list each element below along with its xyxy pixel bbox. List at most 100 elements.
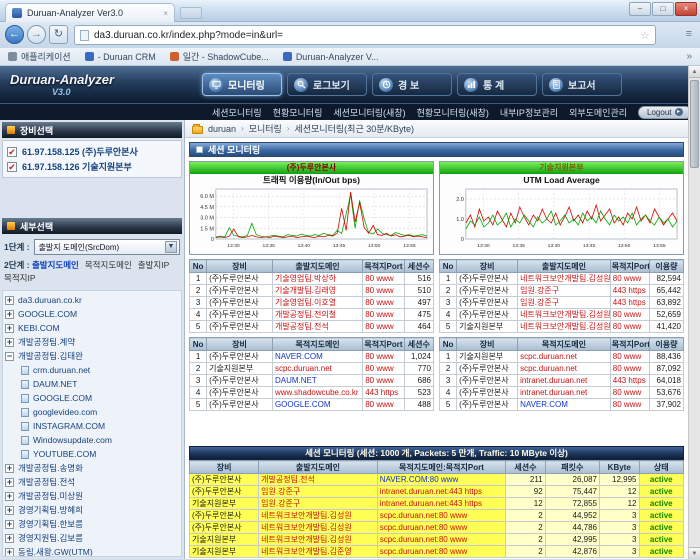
window-minimize-button[interactable]: –	[629, 2, 651, 16]
tree-item[interactable]: INSTAGRAM.COM	[5, 419, 181, 433]
column-header[interactable]: No	[440, 260, 457, 273]
bookmarks-overflow-icon[interactable]: »	[686, 51, 692, 62]
bookmark-item[interactable]: 애플리케이션	[8, 50, 71, 63]
column-header[interactable]: 목적지Port	[363, 338, 404, 351]
new-tab-button[interactable]	[180, 7, 202, 19]
expand-icon[interactable]: +	[5, 478, 14, 487]
device-select-header[interactable]: 장비선택	[2, 122, 182, 138]
column-header[interactable]: 목적지Port	[610, 338, 649, 351]
column-header[interactable]: 장비	[207, 338, 273, 351]
step1-select[interactable]: 출발지 도메인(SrcDom) ▼	[34, 239, 180, 255]
device-checkbox[interactable]: ✔	[7, 162, 17, 172]
column-header[interactable]: KByte	[599, 461, 639, 474]
device-row[interactable]: ✔61.97.158.125 (주)두루안본사	[7, 144, 177, 159]
tree-item[interactable]: +경영지원팀.김보름	[5, 531, 181, 545]
column-header[interactable]: No	[190, 338, 207, 351]
url-field[interactable]: da3.duruan.co.kr/index.php?mode=in&url= …	[74, 25, 656, 45]
tree-item[interactable]: GOOGLE.COM	[5, 391, 181, 405]
tree-item[interactable]: Windowsupdate.com	[5, 433, 181, 447]
bookmark-item[interactable]: Duruan-Analyzer V...	[283, 50, 379, 63]
column-header[interactable]: 상태	[639, 461, 684, 474]
device-row[interactable]: ✔61.97.158.126 기술지원본부	[7, 159, 177, 174]
column-header[interactable]: 이용량	[649, 260, 683, 273]
tree-item[interactable]: +동림.새왕.GW(UTM)	[5, 545, 181, 557]
expand-icon[interactable]: +	[5, 492, 14, 501]
column-header[interactable]: 목적지도메인	[518, 338, 611, 351]
bookmark-item[interactable]: - Duruan CRM	[85, 50, 156, 63]
tree-item[interactable]: +KEBI.COM	[5, 321, 181, 335]
browser-menu-icon[interactable]: ≡	[686, 28, 692, 40]
tree-item[interactable]: +개발공정팀.계약	[5, 335, 181, 349]
expand-icon[interactable]: +	[5, 548, 14, 557]
column-header[interactable]: 목적지Port	[610, 260, 649, 273]
window-close-button[interactable]: ×	[675, 2, 697, 16]
nav-button-monitoring[interactable]: 모니터링	[202, 73, 282, 96]
column-header[interactable]: 출발지도메인	[259, 461, 378, 474]
expand-icon[interactable]: +	[5, 506, 14, 515]
scroll-down-icon[interactable]: ▼	[689, 547, 700, 559]
column-header[interactable]: No	[440, 338, 457, 351]
column-header[interactable]: 목적지Port	[363, 260, 404, 273]
tree-item[interactable]: +GOOGLE.COM	[5, 307, 181, 321]
step2-option[interactable]: 출발지도메인	[32, 260, 79, 270]
submenu-link[interactable]: 외부도메인관리	[569, 106, 627, 119]
column-header[interactable]: 장비	[457, 260, 518, 273]
bookmark-star-icon[interactable]: ☆	[640, 29, 650, 42]
tree-item[interactable]: +개발공정팀.전석	[5, 475, 181, 489]
browser-tab[interactable]: Duruan-Analyzer Ver3.0 ×	[5, 3, 175, 22]
expand-icon[interactable]: +	[5, 310, 14, 319]
browser-forward-button[interactable]: →	[27, 25, 46, 44]
submenu-link[interactable]: 내부IP정보관리	[500, 106, 558, 119]
column-header[interactable]: 이용량	[649, 338, 683, 351]
nav-button-stats[interactable]: 통 계	[457, 73, 537, 96]
tree-item[interactable]: +개발공정팀.송명화	[5, 461, 181, 475]
chevron-down-icon[interactable]: ▼	[165, 241, 177, 253]
breadcrumb-item[interactable]: 모니터링	[249, 122, 282, 135]
tree-item[interactable]: −개발공정팀.김태완	[5, 349, 181, 363]
expand-icon[interactable]: +	[5, 534, 14, 543]
column-header[interactable]: 장비	[457, 338, 518, 351]
tree-item[interactable]: +개발공정팀.미상원	[5, 489, 181, 503]
tree-item[interactable]: +da3.duruan.co.kr	[5, 293, 181, 307]
bookmark-item[interactable]: 일간 - ShadowCube...	[170, 50, 269, 63]
detail-select-header[interactable]: 세부선택	[2, 218, 182, 234]
breadcrumb-item[interactable]: duruan	[208, 124, 236, 134]
submenu-link[interactable]: 세션모니터링(새창)	[333, 106, 405, 119]
column-header[interactable]: No	[190, 260, 207, 273]
column-header[interactable]: 출발지도메인	[272, 260, 362, 273]
submenu-link[interactable]: 현황모니터링	[273, 106, 323, 119]
browser-reload-button[interactable]: ↻	[49, 25, 68, 44]
tree-item[interactable]: +경영기획팀.한보름	[5, 517, 181, 531]
tree-item[interactable]: crm.duruan.net	[5, 363, 181, 377]
device-checkbox[interactable]: ✔	[7, 147, 17, 157]
nav-button-alerts[interactable]: 경 보	[372, 73, 452, 96]
scrollbar-thumb[interactable]	[690, 80, 699, 168]
expand-icon[interactable]: +	[5, 296, 14, 305]
step2-option[interactable]: 목적지IP	[4, 273, 36, 283]
column-header[interactable]: 세션수	[506, 461, 546, 474]
column-header[interactable]: 출발지도메인	[518, 260, 611, 273]
browser-back-button[interactable]: ←	[5, 25, 24, 44]
submenu-link[interactable]: 현황모니터링(새창)	[417, 106, 489, 119]
column-header[interactable]: 목적지도메인:목적지Port	[377, 461, 505, 474]
tree-item[interactable]: googlevideo.com	[5, 405, 181, 419]
tree-item[interactable]: DAUM.NET	[5, 377, 181, 391]
tab-close-icon[interactable]: ×	[163, 9, 168, 18]
step2-option[interactable]: 목적지도메인	[85, 260, 132, 270]
column-header[interactable]: 목적지도메인	[272, 338, 362, 351]
expand-icon[interactable]: +	[5, 464, 14, 473]
nav-button-logs[interactable]: 로그보기	[287, 73, 367, 96]
column-header[interactable]: 패킷수	[545, 461, 599, 474]
tree-item[interactable]: +경영기획팀.방혜희	[5, 503, 181, 517]
column-header[interactable]: 장비	[207, 260, 273, 273]
column-header[interactable]: 세션수	[404, 260, 433, 273]
tree-item[interactable]: YOUTUBE.COM	[5, 447, 181, 461]
expand-icon[interactable]: +	[5, 520, 14, 529]
nav-button-reports[interactable]: 보고서	[542, 73, 622, 96]
column-header[interactable]: 세션수	[404, 338, 433, 351]
step2-option[interactable]: 출발지IP	[138, 260, 170, 270]
breadcrumb-item[interactable]: 세션모니터링(최근 30분/KByte)	[295, 122, 415, 135]
scroll-up-icon[interactable]: ▲	[689, 66, 700, 78]
logout-button[interactable]: Logout ▸	[638, 106, 688, 119]
column-header[interactable]: 장비	[190, 461, 259, 474]
